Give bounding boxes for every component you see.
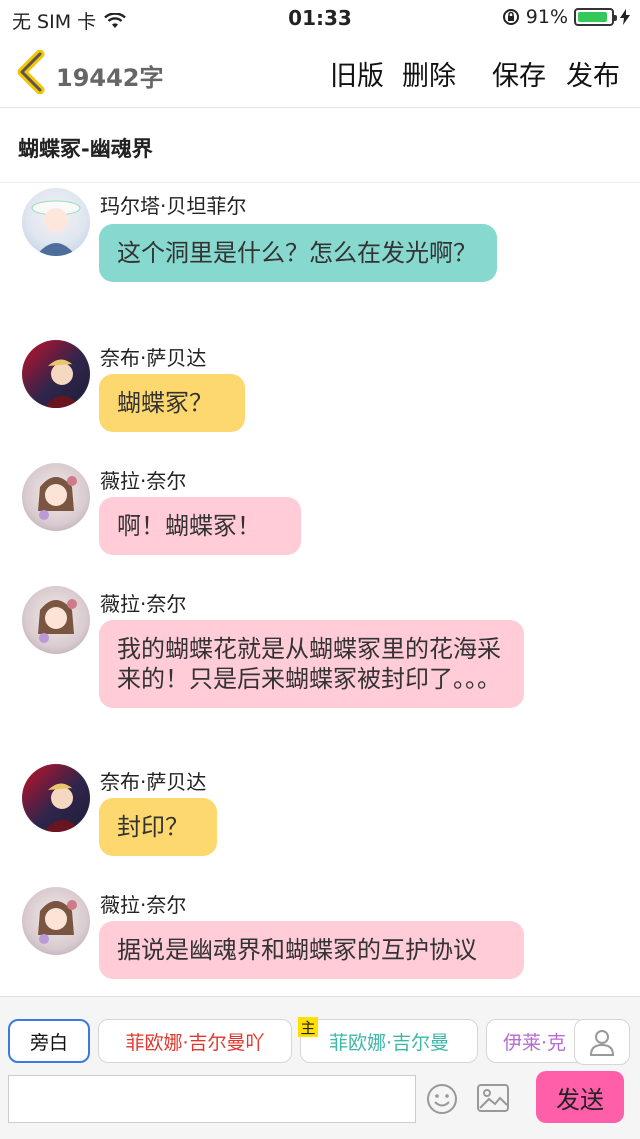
avatar[interactable] xyxy=(22,887,90,955)
status-right: 91% xyxy=(502,6,630,28)
charging-icon xyxy=(620,9,630,25)
save-button[interactable]: 保存 xyxy=(492,54,546,93)
nav-bar: 19442字 旧版 删除 保存 发布 xyxy=(0,36,640,108)
send-button[interactable]: 发送 xyxy=(536,1071,624,1123)
message-bubble[interactable]: 啊！蝴蝶冢！ xyxy=(99,497,301,555)
message-bubble[interactable]: 我的蝴蝶花就是从蝴蝶冢里的花海采来的！只是后来蝴蝶冢被封印了。。。 xyxy=(99,620,524,708)
role-button-eli[interactable]: 伊莱·克 xyxy=(486,1019,586,1063)
avatar[interactable] xyxy=(22,188,90,256)
chapter-title-row[interactable]: 蝴蝶冢-幽魂界 xyxy=(0,109,640,183)
word-count: 19442字 xyxy=(56,64,164,92)
add-role-button[interactable] xyxy=(574,1019,630,1065)
old-version-button[interactable]: 旧版 xyxy=(330,54,384,93)
avatar[interactable] xyxy=(22,340,90,408)
rotation-lock-icon xyxy=(502,9,519,25)
chevron-left-icon[interactable] xyxy=(14,50,50,94)
message-bubble[interactable]: 封印？ xyxy=(99,798,217,856)
chat-list[interactable]: 玛尔塔·贝坦菲尔 这个洞里是什么？怎么在发光啊？ 奈布·萨贝达 蝴蝶冢？ 薇拉·… xyxy=(0,184,640,996)
main-role-badge: 主 xyxy=(298,1017,318,1037)
sender-name: 薇拉·奈尔 xyxy=(100,469,187,493)
sender-name: 奈布·萨贝达 xyxy=(100,770,207,794)
status-bar: 无 SIM 卡 01:33 91% xyxy=(0,0,640,36)
delete-button[interactable]: 删除 xyxy=(402,54,456,93)
smiley-icon[interactable] xyxy=(426,1083,458,1115)
sender-name: 玛尔塔·贝坦菲尔 xyxy=(100,194,247,218)
avatar[interactable] xyxy=(22,463,90,531)
message-bubble[interactable]: 蝴蝶冢？ xyxy=(99,374,245,432)
role-button-fiona-yi[interactable]: 菲欧娜·吉尔曼吖 xyxy=(98,1019,292,1063)
role-button-fiona[interactable]: 菲欧娜·吉尔曼 xyxy=(300,1019,478,1063)
image-icon[interactable] xyxy=(476,1083,510,1113)
battery-icon xyxy=(574,8,617,26)
publish-button[interactable]: 发布 xyxy=(566,54,620,93)
sender-name: 奈布·萨贝达 xyxy=(100,346,207,370)
avatar[interactable] xyxy=(22,586,90,654)
message-bubble[interactable]: 据说是幽魂界和蝴蝶冢的互护协议 xyxy=(99,921,524,979)
person-icon xyxy=(589,1030,615,1056)
sender-name: 薇拉·奈尔 xyxy=(100,592,187,616)
bottom-toolbar: 旁白 菲欧娜·吉尔曼吖 菲欧娜·吉尔曼 主 伊莱·克 发送 xyxy=(0,996,640,1139)
chapter-title: 蝴蝶冢-幽魂界 xyxy=(18,137,153,161)
sender-name: 薇拉·奈尔 xyxy=(100,893,187,917)
message-input[interactable] xyxy=(8,1075,416,1123)
message-bubble[interactable]: 这个洞里是什么？怎么在发光啊？ xyxy=(99,224,497,282)
battery-percent: 91% xyxy=(525,6,568,28)
avatar[interactable] xyxy=(22,764,90,832)
narration-role-button[interactable]: 旁白 xyxy=(8,1019,90,1063)
